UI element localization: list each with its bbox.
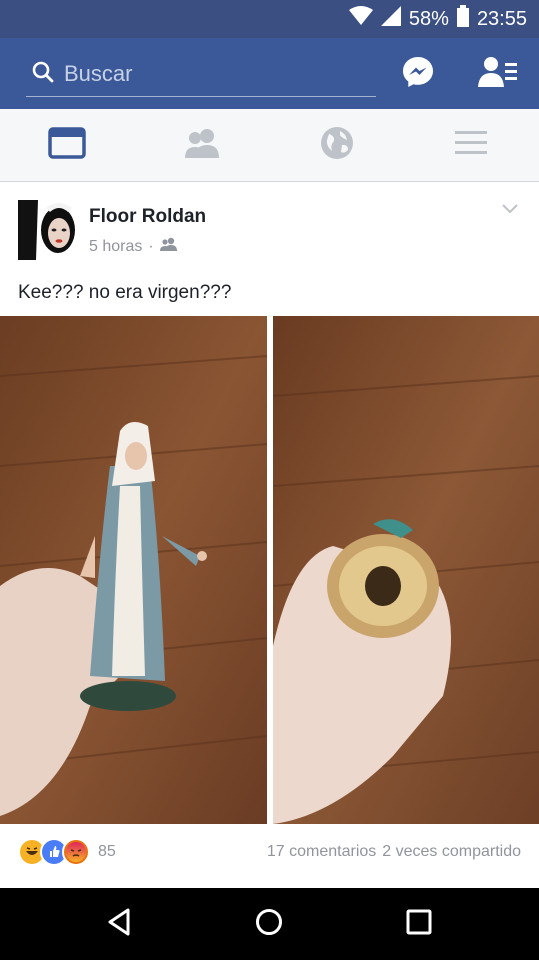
post-photo-statue-front[interactable]	[0, 316, 267, 824]
post-options-button[interactable]	[501, 202, 519, 220]
post-photo-statue-base[interactable]	[272, 316, 539, 824]
friend-requests-icon	[478, 55, 518, 94]
chevron-down-icon	[501, 202, 519, 219]
tab-notifications[interactable]	[317, 125, 357, 165]
meta-separator: ·	[148, 237, 154, 255]
hamburger-menu-icon	[454, 129, 488, 162]
tab-news-feed[interactable]	[47, 125, 87, 165]
post-author[interactable]: Floor Roldan	[89, 206, 206, 228]
system-nav-bar	[0, 888, 539, 960]
post-footer: 85 17 comentarios 2 veces compartido	[0, 832, 539, 872]
tab-friends[interactable]	[182, 125, 222, 165]
search-bar[interactable]: Buscar	[26, 52, 376, 97]
friend-requests-button[interactable]	[478, 54, 518, 94]
feed-post: Floor Roldan 5 horas · Kee??? no era vir…	[0, 182, 539, 888]
back-button[interactable]	[101, 906, 137, 942]
post-meta: 5 horas ·	[89, 237, 178, 256]
messenger-button[interactable]	[398, 54, 438, 94]
engagement-counts: 17 comentarios 2 veces compartido	[267, 843, 521, 861]
battery-icon	[456, 5, 469, 33]
wifi-icon	[348, 6, 373, 32]
shares-count[interactable]: 2 veces compartido	[382, 843, 521, 861]
news-feed-icon	[48, 126, 86, 164]
friends-icon	[183, 128, 221, 163]
reaction-count[interactable]: 85	[98, 843, 116, 861]
recents-button[interactable]	[401, 906, 437, 942]
friends-privacy-icon	[159, 237, 178, 256]
tab-bar	[0, 109, 539, 182]
reactions-summary[interactable]	[18, 838, 90, 866]
signal-icon	[380, 6, 401, 32]
status-bar: 58% 23:55	[0, 0, 539, 38]
recents-square-icon	[406, 909, 432, 940]
messenger-icon	[401, 55, 435, 94]
home-circle-icon	[255, 908, 283, 941]
avatar[interactable]	[18, 200, 78, 260]
globe-icon	[320, 126, 354, 165]
back-triangle-icon	[106, 908, 132, 941]
post-time[interactable]: 5 horas	[89, 238, 142, 256]
angry-reaction-icon	[62, 838, 90, 866]
app-bar: Buscar	[0, 38, 539, 109]
search-input[interactable]: Buscar	[64, 61, 132, 87]
tab-menu[interactable]	[451, 125, 491, 165]
post-text: Kee??? no era virgen???	[18, 282, 232, 303]
clock: 23:55	[476, 7, 527, 30]
comments-count[interactable]: 17 comentarios	[267, 843, 376, 861]
search-icon	[32, 61, 54, 88]
home-button[interactable]	[251, 906, 287, 942]
post-photos	[0, 316, 539, 824]
battery-level: 58%	[408, 7, 449, 30]
